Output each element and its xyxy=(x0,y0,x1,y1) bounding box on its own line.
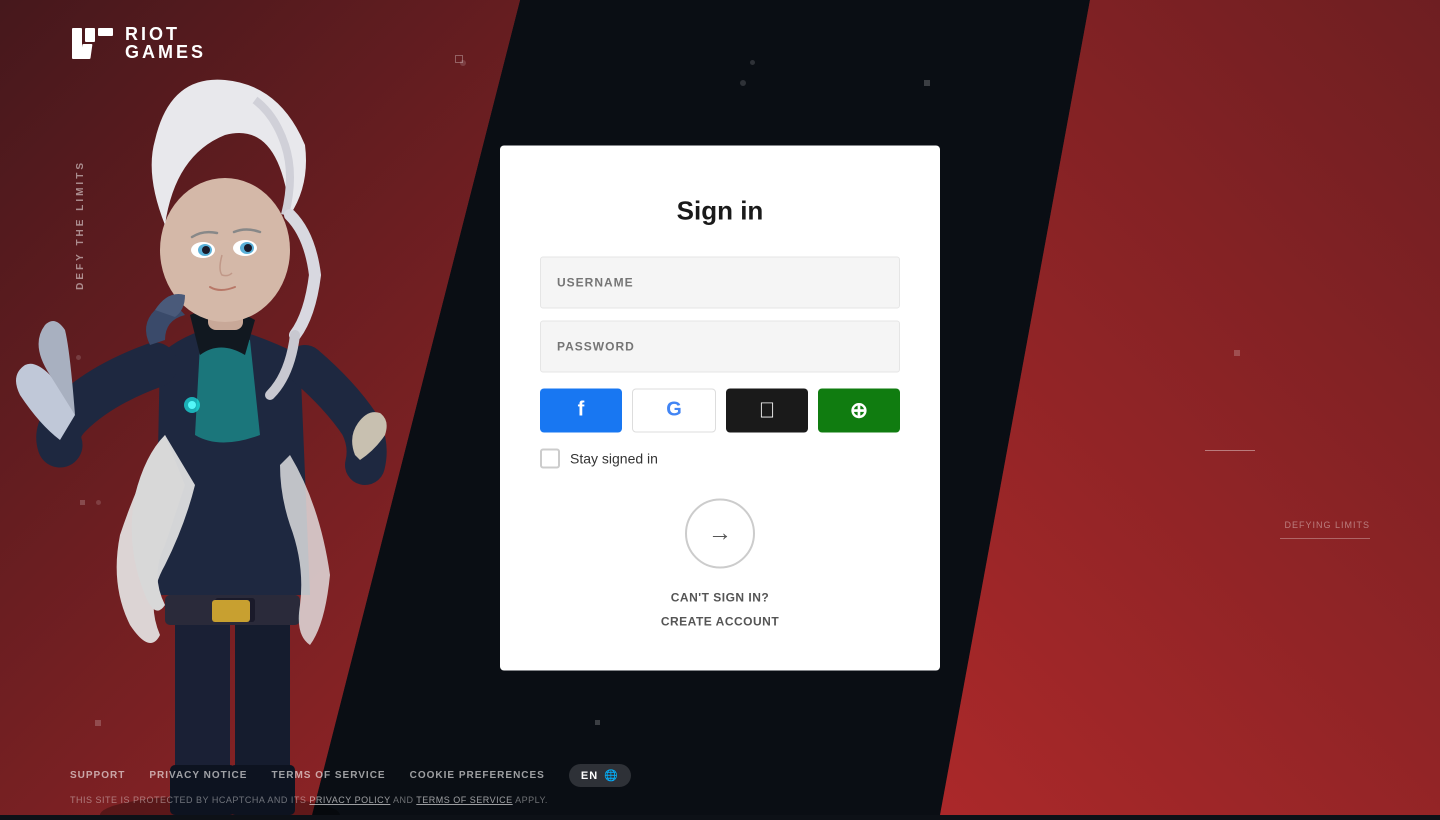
password-input[interactable] xyxy=(540,320,900,372)
create-account-anchor[interactable]: CREATE ACCOUNT xyxy=(661,614,779,628)
username-input[interactable] xyxy=(540,256,900,308)
footer-privacy-link[interactable]: PRIVACY NOTICE xyxy=(149,770,247,781)
deco-dot xyxy=(750,60,755,65)
stay-signed-in-container: Stay signed in xyxy=(540,448,900,468)
footer: SUPPORT PRIVACY NOTICE TERMS OF SERVICE … xyxy=(0,752,1440,815)
facebook-icon: f xyxy=(578,399,585,422)
deco-rect xyxy=(95,720,101,726)
language-selector[interactable]: EN 🌐 xyxy=(569,764,631,787)
riot-logo-icon xyxy=(70,26,115,61)
deco-dot xyxy=(740,80,746,86)
deco-rect xyxy=(80,500,85,505)
globe-icon: 🌐 xyxy=(604,769,619,782)
privacy-policy-link[interactable]: PRIVACY POLICY xyxy=(309,795,390,805)
apple-icon:  xyxy=(759,397,776,423)
deco-dot xyxy=(96,500,101,505)
cant-sign-in-anchor[interactable]: CAN'T SIGN IN? xyxy=(671,590,770,604)
logo-text: RIOT GAMES xyxy=(125,25,206,61)
deco-rect xyxy=(455,55,463,63)
arrow-right-icon: → xyxy=(708,519,732,547)
xbox-login-button[interactable]: ⊕ xyxy=(818,388,900,432)
deco-rect xyxy=(595,720,600,725)
social-login-buttons: f G  ⊕ xyxy=(540,388,900,432)
create-account-link: CREATE ACCOUNT xyxy=(540,612,900,630)
lang-code: EN xyxy=(581,770,598,782)
deco-right xyxy=(1205,450,1255,451)
google-login-button[interactable]: G xyxy=(632,388,716,432)
modal-title: Sign in xyxy=(540,195,900,226)
facebook-login-button[interactable]: f xyxy=(540,388,622,432)
xbox-icon: ⊕ xyxy=(850,397,868,423)
footer-terms-link[interactable]: TERMS OF SERVICE xyxy=(271,770,385,781)
deco-text-right: DEFYING LIMITS xyxy=(1284,520,1370,530)
terms-of-service-link[interactable]: TERMS OF SERVICE xyxy=(416,795,512,805)
google-icon: G xyxy=(666,399,682,422)
deco-dot xyxy=(76,355,81,360)
submit-button[interactable]: → xyxy=(685,498,755,568)
deco-rect xyxy=(924,80,930,86)
stay-signed-checkbox[interactable] xyxy=(540,448,560,468)
logo: RIOT GAMES xyxy=(70,25,206,61)
deco-rect xyxy=(1234,350,1240,356)
footer-disclaimer: THIS SITE IS PROTECTED BY HCAPTCHA AND I… xyxy=(70,795,1370,805)
footer-links: SUPPORT PRIVACY NOTICE TERMS OF SERVICE … xyxy=(70,764,1370,787)
stay-signed-label: Stay signed in xyxy=(570,450,658,466)
apple-login-button[interactable]:  xyxy=(726,388,808,432)
character-art xyxy=(0,55,480,815)
cant-sign-in-link: CAN'T SIGN IN? xyxy=(540,588,900,606)
login-modal: Sign in f G  ⊕ Stay signed in → CAN'T S… xyxy=(500,145,940,670)
tagline: DEFY THE LIMITS xyxy=(75,160,86,290)
footer-cookies-link[interactable]: COOKIE PREFERENCES xyxy=(410,770,545,781)
footer-support-link[interactable]: SUPPORT xyxy=(70,770,125,781)
